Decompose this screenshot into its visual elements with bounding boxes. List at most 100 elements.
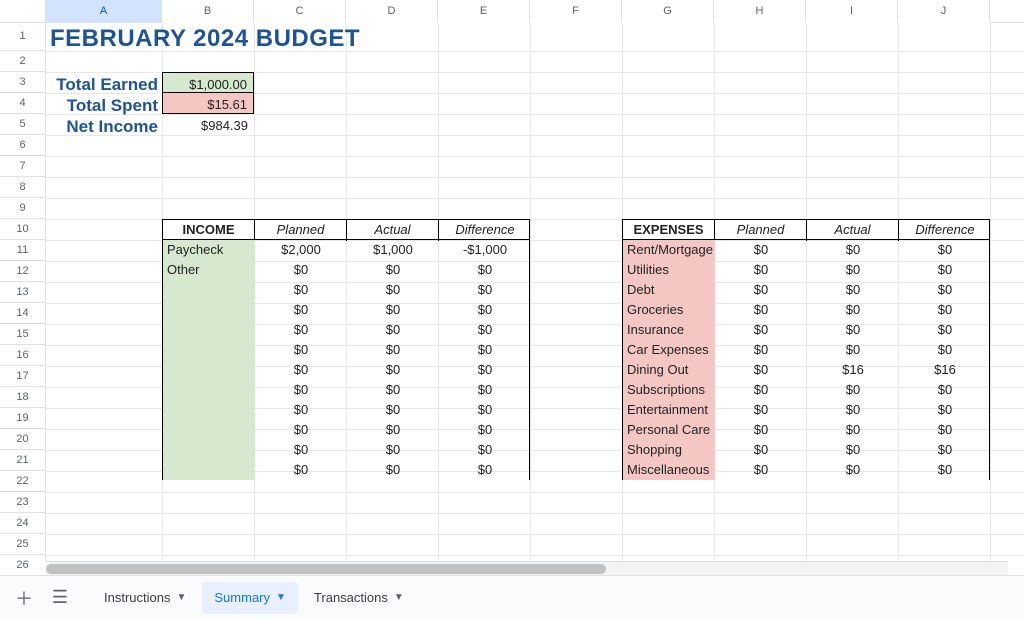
- row-header-12[interactable]: 12: [0, 261, 45, 282]
- row-header-20[interactable]: 20: [0, 429, 45, 450]
- value-cell[interactable]: $0: [807, 400, 899, 420]
- table-header-cell[interactable]: Difference: [899, 220, 991, 241]
- value-cell[interactable]: $0: [899, 440, 991, 460]
- value-cell[interactable]: $0: [899, 280, 991, 300]
- page-title[interactable]: FEBRUARY 2024 BUDGET: [46, 23, 530, 51]
- value-cell[interactable]: $0: [807, 340, 899, 360]
- value-cell[interactable]: $0: [807, 440, 899, 460]
- value-cell[interactable]: $0: [899, 260, 991, 280]
- row-header-23[interactable]: 23: [0, 492, 45, 513]
- category-cell[interactable]: Car Expenses: [623, 340, 715, 360]
- value-cell[interactable]: $0: [255, 460, 347, 480]
- value-cell[interactable]: -$1,000: [439, 240, 531, 260]
- spreadsheet-grid[interactable]: FEBRUARY 2024 BUDGET Total Earned Total …: [46, 23, 1024, 561]
- value-cell[interactable]: $16: [899, 360, 991, 380]
- value-cell[interactable]: $0: [715, 280, 807, 300]
- value-cell[interactable]: $0: [807, 320, 899, 340]
- value-cell[interactable]: $0: [439, 280, 531, 300]
- table-header-cell[interactable]: Actual: [347, 220, 439, 241]
- row-header-24[interactable]: 24: [0, 513, 45, 534]
- category-cell[interactable]: Groceries: [623, 300, 715, 320]
- value-cell[interactable]: $0: [899, 420, 991, 440]
- value-cell[interactable]: $0: [807, 420, 899, 440]
- row-header-18[interactable]: 18: [0, 387, 45, 408]
- category-cell[interactable]: [163, 300, 255, 320]
- value-cell[interactable]: $16: [807, 360, 899, 380]
- column-header-f[interactable]: F: [530, 0, 622, 23]
- value-cell[interactable]: $0: [347, 400, 439, 420]
- value-cell[interactable]: $0: [347, 320, 439, 340]
- category-cell[interactable]: Miscellaneous: [623, 460, 715, 480]
- row-header-1[interactable]: 1: [0, 23, 45, 51]
- row-header-9[interactable]: 9: [0, 198, 45, 219]
- net-income-value[interactable]: $984.39: [162, 114, 254, 135]
- value-cell[interactable]: $0: [899, 300, 991, 320]
- value-cell[interactable]: $0: [255, 420, 347, 440]
- row-header-26[interactable]: 26: [0, 555, 45, 575]
- table-header-cell[interactable]: INCOME: [163, 220, 255, 241]
- value-cell[interactable]: $0: [347, 360, 439, 380]
- column-header-h[interactable]: H: [714, 0, 806, 23]
- value-cell[interactable]: $0: [347, 380, 439, 400]
- value-cell[interactable]: $0: [439, 340, 531, 360]
- value-cell[interactable]: $0: [715, 260, 807, 280]
- horizontal-scrollbar-thumb[interactable]: [46, 564, 606, 574]
- value-cell[interactable]: $0: [807, 260, 899, 280]
- row-header-8[interactable]: 8: [0, 177, 45, 198]
- column-header-a[interactable]: A: [46, 0, 162, 23]
- value-cell[interactable]: $0: [439, 400, 531, 420]
- value-cell[interactable]: $0: [715, 380, 807, 400]
- value-cell[interactable]: $1,000: [347, 240, 439, 260]
- value-cell[interactable]: $0: [899, 400, 991, 420]
- value-cell[interactable]: $0: [255, 260, 347, 280]
- category-cell[interactable]: Personal Care: [623, 420, 715, 440]
- row-header-16[interactable]: 16: [0, 345, 45, 366]
- category-cell[interactable]: Shopping: [623, 440, 715, 460]
- value-cell[interactable]: $0: [899, 320, 991, 340]
- row-header-6[interactable]: 6: [0, 135, 45, 156]
- column-header-g[interactable]: G: [622, 0, 714, 23]
- column-header-c[interactable]: C: [254, 0, 346, 23]
- table-header-cell[interactable]: EXPENSES: [623, 220, 715, 241]
- category-cell[interactable]: Entertainment: [623, 400, 715, 420]
- value-cell[interactable]: $0: [715, 360, 807, 380]
- value-cell[interactable]: $0: [439, 380, 531, 400]
- value-cell[interactable]: $0: [715, 320, 807, 340]
- value-cell[interactable]: $0: [715, 420, 807, 440]
- value-cell[interactable]: $0: [807, 240, 899, 260]
- value-cell[interactable]: $2,000: [255, 240, 347, 260]
- value-cell[interactable]: $0: [899, 380, 991, 400]
- value-cell[interactable]: $0: [715, 400, 807, 420]
- row-header-5[interactable]: 5: [0, 114, 45, 135]
- value-cell[interactable]: $0: [439, 300, 531, 320]
- total-spent-label[interactable]: Total Spent: [46, 93, 162, 114]
- value-cell[interactable]: $0: [715, 240, 807, 260]
- category-cell[interactable]: Rent/Mortgage: [623, 240, 715, 260]
- value-cell[interactable]: $0: [255, 380, 347, 400]
- chevron-down-icon[interactable]: ▼: [176, 592, 186, 603]
- column-header-d[interactable]: D: [346, 0, 438, 23]
- category-cell[interactable]: Utilities: [623, 260, 715, 280]
- value-cell[interactable]: $0: [807, 300, 899, 320]
- value-cell[interactable]: $0: [347, 420, 439, 440]
- category-cell[interactable]: [163, 420, 255, 440]
- value-cell[interactable]: $0: [255, 440, 347, 460]
- value-cell[interactable]: $0: [439, 360, 531, 380]
- table-header-cell[interactable]: Planned: [715, 220, 807, 241]
- category-cell[interactable]: Dining Out: [623, 360, 715, 380]
- category-cell[interactable]: [163, 460, 255, 480]
- row-header-13[interactable]: 13: [0, 282, 45, 303]
- value-cell[interactable]: $0: [715, 300, 807, 320]
- row-header-14[interactable]: 14: [0, 303, 45, 324]
- add-sheet-button[interactable]: ＋: [8, 582, 40, 614]
- total-earned-value[interactable]: $1,000.00: [162, 72, 254, 93]
- value-cell[interactable]: $0: [255, 360, 347, 380]
- all-sheets-button[interactable]: ☰: [44, 582, 76, 614]
- category-cell[interactable]: Insurance: [623, 320, 715, 340]
- value-cell[interactable]: $0: [347, 280, 439, 300]
- row-header-17[interactable]: 17: [0, 366, 45, 387]
- table-header-cell[interactable]: Planned: [255, 220, 347, 241]
- value-cell[interactable]: $0: [715, 460, 807, 480]
- select-all-corner[interactable]: [0, 0, 46, 23]
- value-cell[interactable]: $0: [715, 440, 807, 460]
